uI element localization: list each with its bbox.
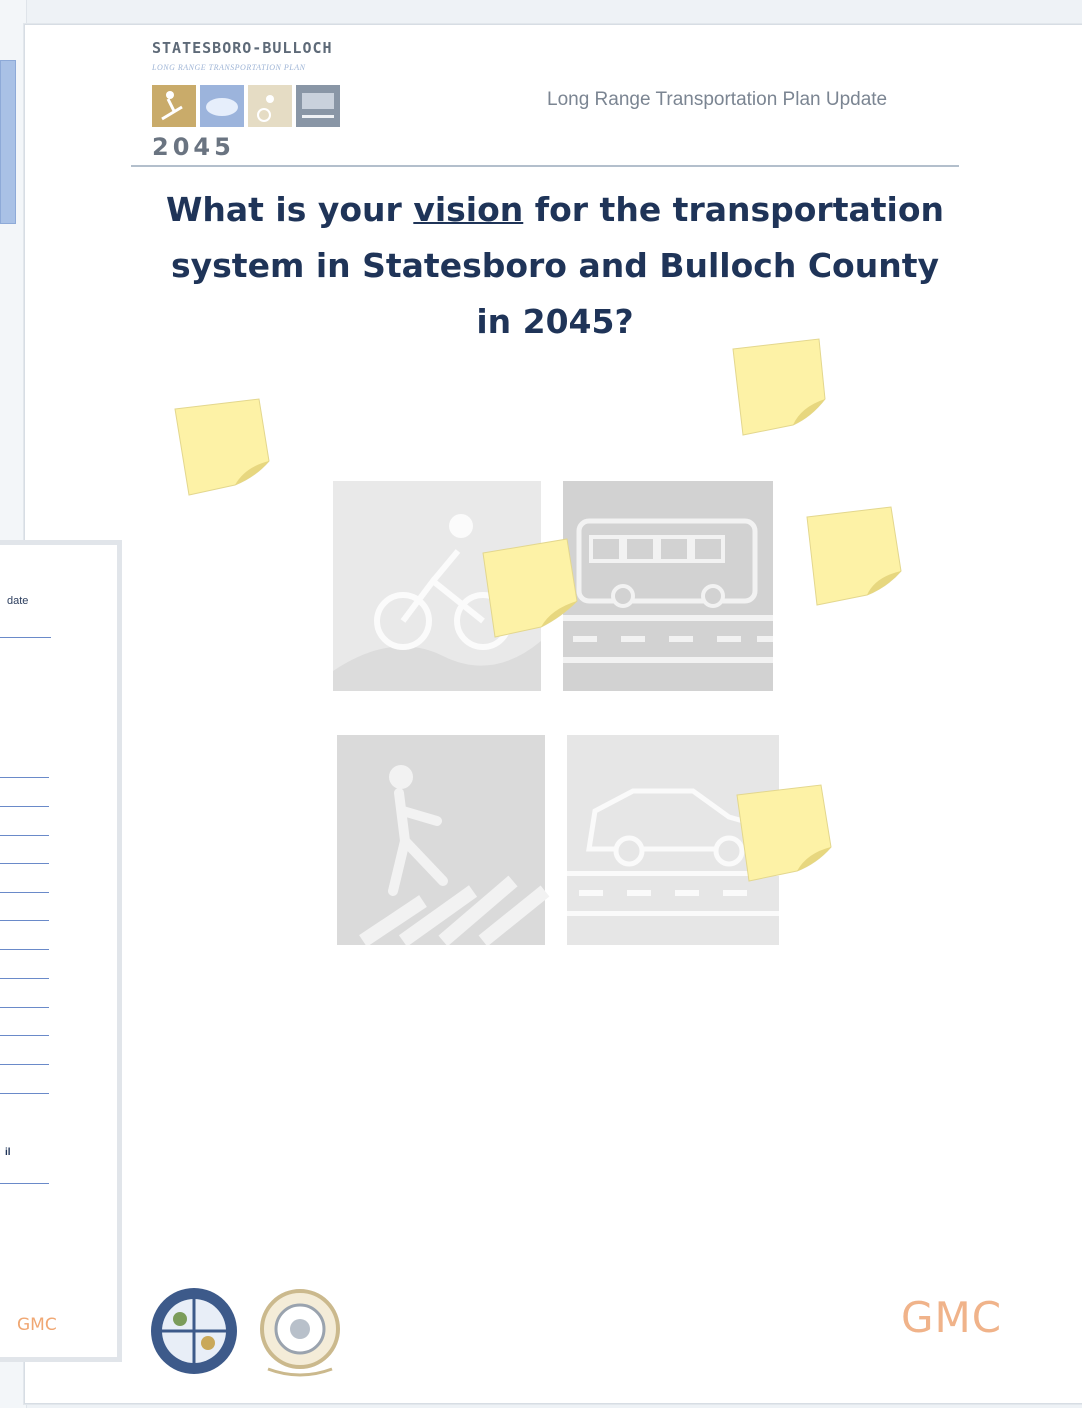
footer-seals: [151, 1288, 340, 1377]
vision-question: What is your vision for the transportati…: [145, 182, 965, 350]
form-line: [0, 1007, 49, 1008]
logo-year: 2045: [152, 133, 235, 161]
gmc-logo: GMC: [901, 1293, 1003, 1342]
form-line: [0, 949, 49, 950]
sticky-note-4[interactable]: [803, 505, 907, 609]
bus-icon: [563, 481, 773, 691]
sticky-note-2[interactable]: [729, 337, 833, 441]
back-label-fragment: il: [5, 1147, 11, 1158]
form-line: [0, 1035, 49, 1036]
form-line: [0, 892, 49, 893]
back-header-fragment: date: [7, 595, 29, 607]
form-line: [0, 978, 49, 979]
question-emphasis: vision: [413, 190, 524, 229]
form-line: [0, 920, 49, 921]
city-seal-icon: [260, 1289, 340, 1377]
header-divider: [131, 165, 959, 167]
form-line: [0, 777, 49, 778]
pedestrian-icon: [337, 735, 550, 945]
form-line: [0, 1064, 49, 1065]
county-seal-icon: [151, 1288, 237, 1374]
plan-logo: STATESBORO-BULLOCH LONG RANGE TRANSPORTA…: [152, 37, 342, 167]
form-line: [0, 1093, 49, 1094]
form-line: [0, 863, 49, 864]
back-header-rule: [0, 637, 51, 638]
back-document-page: date il GMC: [0, 540, 122, 1362]
left-tab-marker: [0, 60, 16, 224]
form-line: [0, 806, 49, 807]
document-page: STATESBORO-BULLOCH LONG RANGE TRANSPORTA…: [24, 24, 1082, 1404]
form-line: [0, 835, 49, 836]
back-gmc-logo: GMC: [17, 1315, 57, 1335]
sticky-note-1[interactable]: [171, 397, 275, 501]
question-line-3: in 2045?: [476, 302, 634, 341]
sticky-note-3[interactable]: [479, 537, 583, 641]
form-line: [0, 1183, 49, 1184]
logo-mode-tiles: [152, 85, 340, 127]
question-line-1: What is your vision for the transportati…: [166, 190, 944, 229]
question-line-2: system in Statesboro and Bulloch County: [171, 246, 939, 285]
logo-subtitle: LONG RANGE TRANSPORTATION PLAN: [152, 63, 306, 72]
sticky-note-5[interactable]: [733, 783, 837, 887]
logo-title: STATESBORO-BULLOCH: [152, 39, 333, 57]
header-title: Long Range Transportation Plan Update: [547, 89, 888, 110]
